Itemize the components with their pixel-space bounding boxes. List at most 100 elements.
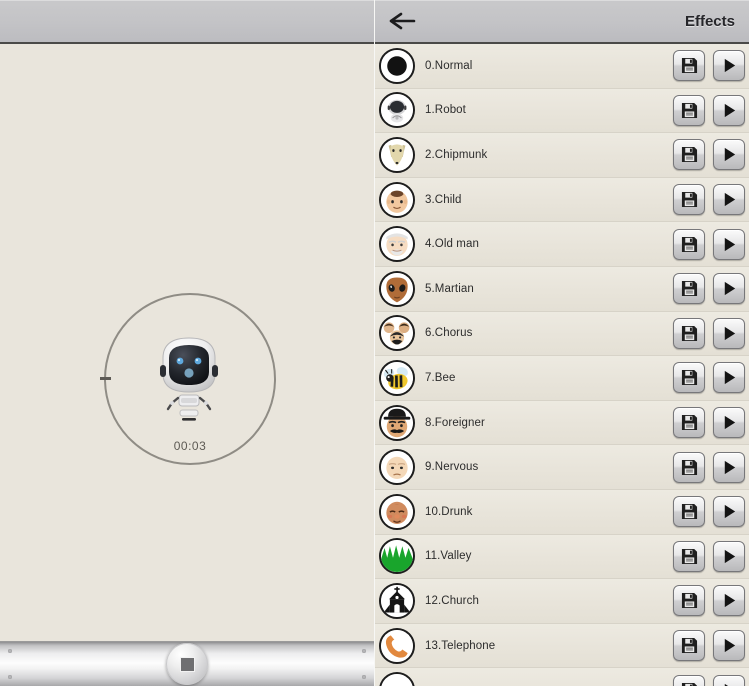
effects-top-bar: Effects xyxy=(374,0,749,44)
play-triangle-icon[interactable] xyxy=(713,585,745,617)
church-building-icon xyxy=(379,582,415,619)
list-item[interactable]: 3.Child xyxy=(374,177,749,223)
list-item-label: 9.Nervous xyxy=(425,461,479,474)
play-triangle-icon[interactable] xyxy=(713,630,745,662)
floppy-disk-save-icon[interactable] xyxy=(673,496,705,528)
stop-square-icon xyxy=(179,656,195,672)
row-actions xyxy=(673,184,745,216)
floppy-disk-save-icon[interactable] xyxy=(673,362,705,394)
list-item[interactable]: 5.Martian xyxy=(374,266,749,312)
list-item-label: 8.Foreigner xyxy=(425,416,485,429)
floppy-disk-save-icon[interactable] xyxy=(673,184,705,216)
list-item-label: 11.Valley xyxy=(425,550,472,563)
back-arrow-icon[interactable] xyxy=(388,10,416,32)
list-item[interactable]: 0.Normal xyxy=(374,44,749,89)
list-item-label: 13.Telephone xyxy=(425,639,496,652)
screw-decoration xyxy=(8,675,12,679)
list-item-label: 12.Church xyxy=(425,594,479,607)
floppy-disk-save-icon[interactable] xyxy=(673,585,705,617)
play-triangle-icon[interactable] xyxy=(713,407,745,439)
partial-row-icon xyxy=(379,672,415,686)
play-triangle-icon[interactable] xyxy=(713,496,745,528)
list-item-label: 10.Drunk xyxy=(425,505,473,518)
list-item-label: 1.Robot xyxy=(425,104,466,117)
play-triangle-icon[interactable] xyxy=(713,50,745,82)
panel-divider xyxy=(374,0,375,686)
list-item[interactable]: 13.Telephone xyxy=(374,623,749,669)
floppy-disk-save-icon[interactable] xyxy=(673,273,705,305)
play-triangle-icon[interactable] xyxy=(713,139,745,171)
list-item-label: 3.Child xyxy=(425,193,462,206)
play-triangle-icon[interactable] xyxy=(713,317,745,349)
robot-head-icon xyxy=(379,92,415,129)
play-triangle-icon[interactable] xyxy=(713,273,745,305)
recording-progress-tick xyxy=(100,377,111,380)
chipmunk-face-icon xyxy=(379,136,415,173)
play-triangle-icon[interactable] xyxy=(713,674,745,686)
list-item[interactable]: 10.Drunk xyxy=(374,489,749,535)
bee-insect-icon xyxy=(379,359,415,396)
list-item[interactable]: 2.Chipmunk xyxy=(374,133,749,178)
screw-decoration xyxy=(362,649,366,653)
play-triangle-icon[interactable] xyxy=(713,362,745,394)
floppy-disk-save-icon[interactable] xyxy=(673,139,705,171)
list-item[interactable] xyxy=(374,668,749,686)
list-item-label: 4.Old man xyxy=(425,238,479,251)
stop-recording-button[interactable] xyxy=(166,643,208,685)
floppy-disk-save-icon[interactable] xyxy=(673,407,705,439)
row-actions xyxy=(673,585,745,617)
martian-alien-icon xyxy=(379,270,415,307)
old-man-face-icon xyxy=(379,226,415,263)
screw-decoration xyxy=(8,649,12,653)
row-actions xyxy=(673,362,745,394)
row-actions xyxy=(673,540,745,572)
row-actions xyxy=(673,273,745,305)
play-triangle-icon[interactable] xyxy=(713,228,745,260)
list-item-label: 6.Chorus xyxy=(425,327,473,340)
row-actions xyxy=(673,94,745,126)
recording-timer: 00:03 xyxy=(173,439,207,453)
floppy-disk-save-icon[interactable] xyxy=(673,540,705,572)
drunk-face-icon xyxy=(379,493,415,530)
recorder-top-bar xyxy=(0,0,374,44)
floppy-disk-save-icon[interactable] xyxy=(673,630,705,662)
row-actions xyxy=(673,50,745,82)
row-actions xyxy=(673,630,745,662)
play-triangle-icon[interactable] xyxy=(713,540,745,572)
floppy-disk-save-icon[interactable] xyxy=(673,50,705,82)
list-item[interactable]: 4.Old man xyxy=(374,222,749,267)
play-triangle-icon[interactable] xyxy=(713,184,745,216)
list-item-label: 2.Chipmunk xyxy=(425,148,488,161)
play-triangle-icon[interactable] xyxy=(713,451,745,483)
row-actions xyxy=(673,228,745,260)
list-item-label: 7.Bee xyxy=(425,371,456,384)
floppy-disk-save-icon[interactable] xyxy=(673,674,705,686)
effects-list[interactable]: 0.Normal 1.Robot 2.Chipmunk 3.Child 4.Ol… xyxy=(374,44,749,686)
list-item[interactable]: 9.Nervous xyxy=(374,445,749,490)
row-actions xyxy=(673,317,745,349)
recorder-panel: 00:03 xyxy=(0,0,374,686)
list-item[interactable]: 7.Bee xyxy=(374,356,749,401)
floppy-disk-save-icon[interactable] xyxy=(673,228,705,260)
floppy-disk-save-icon[interactable] xyxy=(673,317,705,349)
list-item[interactable]: 11.Valley xyxy=(374,534,749,580)
telephone-handset-icon xyxy=(379,627,415,664)
list-item[interactable]: 6.Chorus xyxy=(374,311,749,357)
list-item-label: 0.Normal xyxy=(425,59,473,72)
list-item[interactable]: 1.Robot xyxy=(374,88,749,134)
foreigner-hat-icon xyxy=(379,404,415,441)
nervous-face-icon xyxy=(379,449,415,486)
floppy-disk-save-icon[interactable] xyxy=(673,94,705,126)
row-actions xyxy=(673,407,745,439)
row-actions xyxy=(673,139,745,171)
play-triangle-icon[interactable] xyxy=(713,94,745,126)
list-item-label: 5.Martian xyxy=(425,282,474,295)
list-item[interactable]: 8.Foreigner xyxy=(374,400,749,446)
valley-mountain-icon xyxy=(379,538,415,575)
page-title: Effects xyxy=(684,12,735,30)
screw-decoration xyxy=(362,675,366,679)
chorus-group-icon xyxy=(379,315,415,352)
floppy-disk-save-icon[interactable] xyxy=(673,451,705,483)
list-item[interactable]: 12.Church xyxy=(374,579,749,624)
app-window: 00:03 Effects 0.Normal 1.Robot 2.Chipmun… xyxy=(0,0,749,686)
